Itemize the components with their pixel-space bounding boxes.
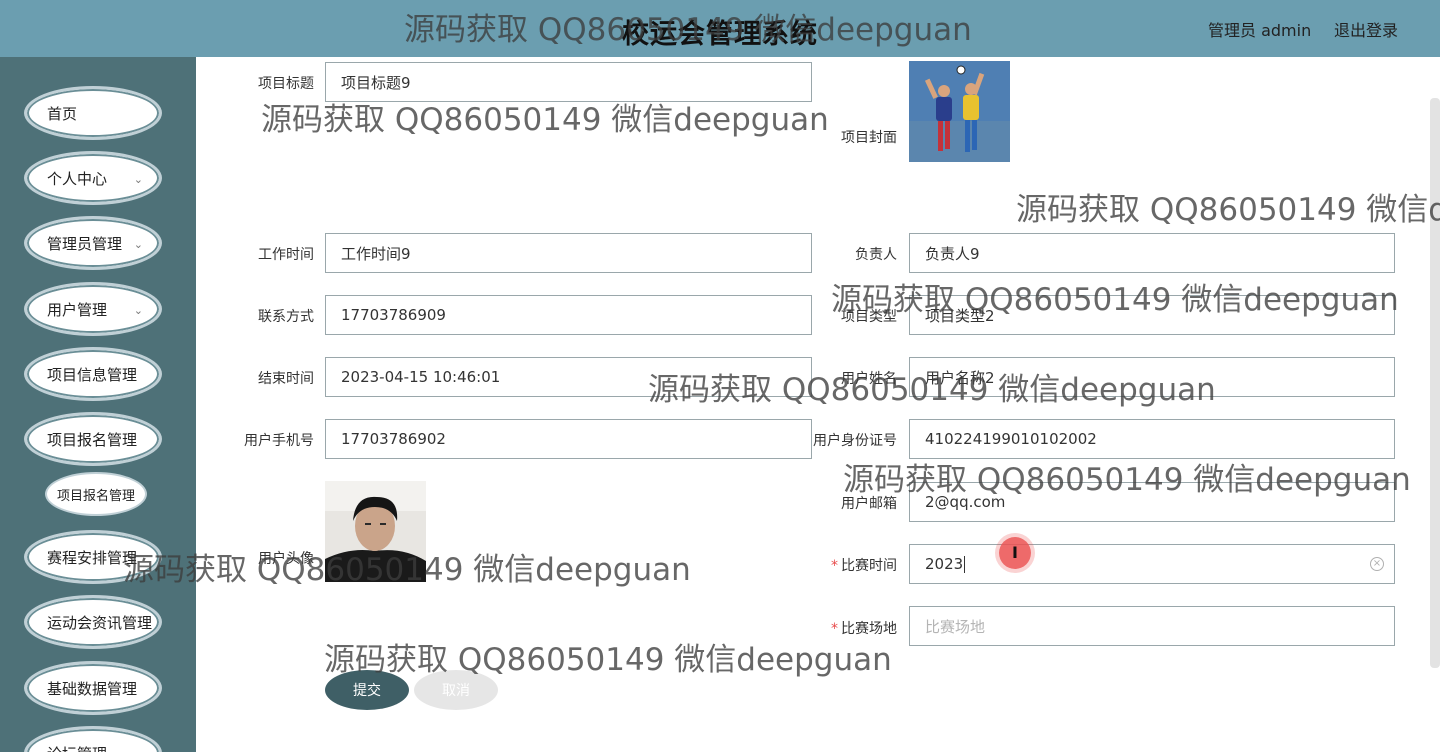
match-time-input[interactable]: 2023 × <box>909 544 1395 584</box>
end-time-input[interactable]: 2023-04-15 10:46:01 <box>325 357 812 397</box>
end-time-label: 结束时间 <box>258 371 314 387</box>
sidebar-item-label: 个人中心 <box>47 169 108 188</box>
match-venue-label-text: 比赛场地 <box>841 621 897 637</box>
avatar-photo <box>325 481 426 582</box>
sidebar-item-forum[interactable]: 论坛管理 ⌄ <box>24 726 162 752</box>
person-in-charge-label: 负责人 <box>855 247 897 263</box>
sidebar-item-news[interactable]: 运动会资讯管理 <box>24 595 162 649</box>
work-time-label: 工作时间 <box>258 247 314 263</box>
logout-link[interactable]: 退出登录 <box>1334 17 1398 41</box>
sidebar-item-project-info[interactable]: 项目信息管理 <box>24 347 162 401</box>
person-in-charge-input[interactable]: 负责人9 <box>909 233 1395 273</box>
match-time-value: 2023 <box>925 555 964 573</box>
contact-label: 联系方式 <box>258 309 314 325</box>
user-id-input[interactable]: 410224199010102002 <box>909 419 1395 459</box>
vertical-scrollbar[interactable] <box>1430 98 1440 668</box>
match-time-label-text: 比赛时间 <box>841 558 897 574</box>
sidebar-item-admins[interactable]: 管理员管理 ⌄ <box>24 216 162 270</box>
match-venue-input[interactable]: 比赛场地 <box>909 606 1395 646</box>
submit-button[interactable]: 提交 <box>325 670 409 710</box>
sidebar-item-project-signup[interactable]: 项目报名管理 <box>24 412 162 466</box>
sidebar-item-label: 运动会资讯管理 <box>47 613 153 632</box>
sidebar-item-label: 论坛管理 <box>47 743 107 752</box>
current-user: 管理员 admin <box>1208 21 1312 40</box>
cover-image <box>909 61 1010 162</box>
required-marker: * <box>831 621 838 637</box>
click-indicator-icon: I <box>999 537 1031 569</box>
sidebar-subitem-project-signup[interactable]: 项目报名管理 <box>45 472 147 516</box>
sidebar-item-label: 项目报名管理 <box>47 430 138 449</box>
project-title-label: 项目标题 <box>258 76 314 92</box>
sidebar-item-users[interactable]: 用户管理 ⌄ <box>24 282 162 336</box>
required-marker: * <box>831 558 838 574</box>
user-email-input[interactable]: 2@qq.com <box>909 482 1395 522</box>
sidebar-item-label: 项目信息管理 <box>47 365 138 384</box>
user-id-label: 用户身份证号 <box>813 433 897 449</box>
cancel-button[interactable]: 取消 <box>414 670 498 710</box>
project-type-label: 项目类型 <box>841 309 897 325</box>
sidebar-item-home[interactable]: 首页 <box>24 86 162 140</box>
project-title-input[interactable]: 项目标题9 <box>325 62 812 102</box>
sidebar-item-basic-data[interactable]: 基础数据管理 <box>24 661 162 715</box>
user-email-label: 用户邮箱 <box>841 496 897 512</box>
sidebar: 首页 个人中心 ⌄ 管理员管理 ⌄ 用户管理 ⌄ 项目信息管理 项目报名管理 项… <box>0 57 196 752</box>
chevron-down-icon: ⌄ <box>133 173 143 186</box>
user-name-input[interactable]: 用户名称2 <box>909 357 1395 397</box>
project-type-input[interactable]: 项目类型2 <box>909 295 1395 335</box>
sidebar-item-label: 管理员管理 <box>47 234 123 253</box>
main-content <box>196 57 1440 752</box>
text-cursor <box>964 555 966 573</box>
match-venue-label: * 比赛场地 <box>800 618 897 638</box>
contact-input[interactable]: 17703786909 <box>325 295 812 335</box>
soccer-players-image <box>909 61 1010 162</box>
top-header: 校运会管理系统 管理员 admin 退出登录 <box>0 0 1440 57</box>
user-name-label: 用户姓名 <box>841 371 897 387</box>
work-time-input[interactable]: 工作时间9 <box>325 233 812 273</box>
user-phone-input[interactable]: 17703786902 <box>325 419 812 459</box>
sidebar-item-profile[interactable]: 个人中心 ⌄ <box>24 151 162 205</box>
sidebar-item-label: 基础数据管理 <box>47 679 138 698</box>
cover-label: 项目封面 <box>841 130 897 146</box>
sidebar-item-schedule[interactable]: 赛程安排管理 <box>24 530 162 584</box>
sidebar-item-label: 首页 <box>47 104 78 123</box>
match-time-label: * 比赛时间 <box>800 555 897 575</box>
chevron-down-icon: ⌄ <box>133 238 143 251</box>
clear-icon[interactable]: × <box>1370 557 1384 571</box>
user-avatar-label: 用户头像 <box>258 551 314 567</box>
user-phone-label: 用户手机号 <box>244 433 314 449</box>
chevron-down-icon: ⌄ <box>134 748 143 752</box>
sidebar-item-label: 用户管理 <box>47 300 108 319</box>
user-avatar-image <box>325 481 426 582</box>
chevron-down-icon: ⌄ <box>133 304 143 317</box>
sidebar-item-label: 赛程安排管理 <box>47 548 138 567</box>
